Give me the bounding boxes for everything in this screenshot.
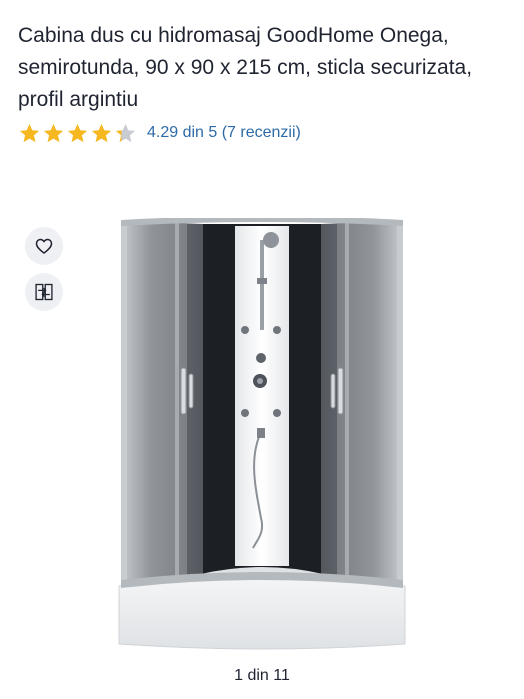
star-icon — [90, 122, 113, 145]
wishlist-button[interactable] — [25, 227, 63, 265]
compare-button[interactable] — [25, 273, 63, 311]
rating-row: 4.29 din 5 (7 recenzii) — [18, 121, 301, 145]
product-title: Cabina dus cu hidromasaj GoodHome Onega,… — [18, 24, 473, 111]
reviews-link[interactable]: 4.29 din 5 (7 recenzii) — [147, 124, 301, 142]
star-icon — [114, 122, 137, 145]
rating-stars — [18, 122, 137, 145]
gallery-counter: 1 din 11 — [234, 667, 290, 684]
star-icon — [66, 122, 89, 145]
star-icon — [18, 122, 41, 145]
product-image[interactable] — [117, 218, 407, 650]
product-page: Cabina dus cu hidromasaj GoodHome Onega,… — [0, 0, 524, 699]
compare-icon — [35, 283, 53, 301]
heart-icon — [35, 238, 53, 254]
star-icon — [42, 122, 65, 145]
